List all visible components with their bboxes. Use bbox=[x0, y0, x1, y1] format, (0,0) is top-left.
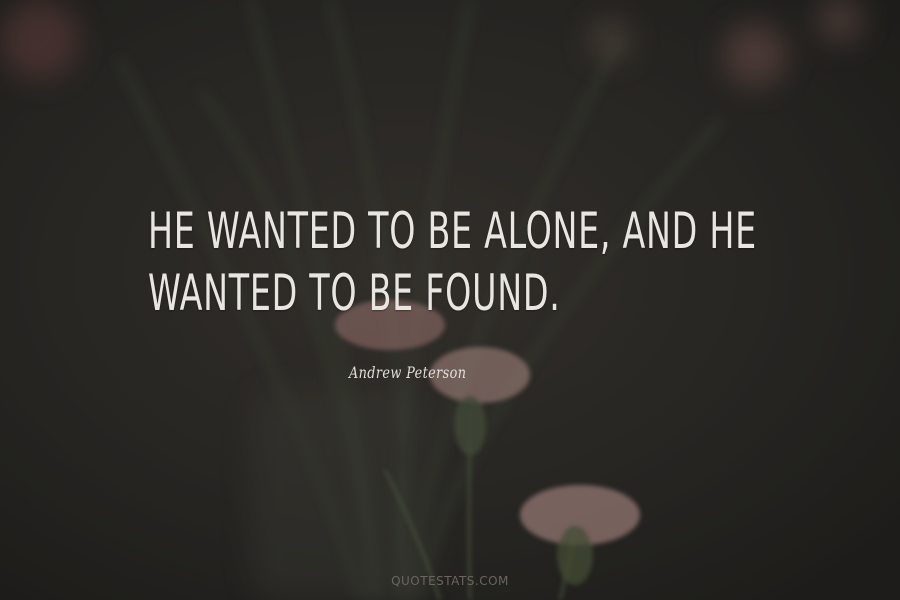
quote-text: HE WANTED TO BE ALONE, AND HE WANTED TO … bbox=[148, 200, 757, 324]
quote-card: HE WANTED TO BE ALONE, AND HE WANTED TO … bbox=[0, 0, 900, 600]
quote-line-1: HE WANTED TO BE ALONE, AND HE bbox=[148, 202, 757, 260]
site-watermark: QUOTESTATS.COM bbox=[391, 574, 509, 588]
quote-author: Andrew Peterson bbox=[349, 363, 467, 382]
quote-line-2: WANTED TO BE FOUND. bbox=[148, 264, 561, 322]
